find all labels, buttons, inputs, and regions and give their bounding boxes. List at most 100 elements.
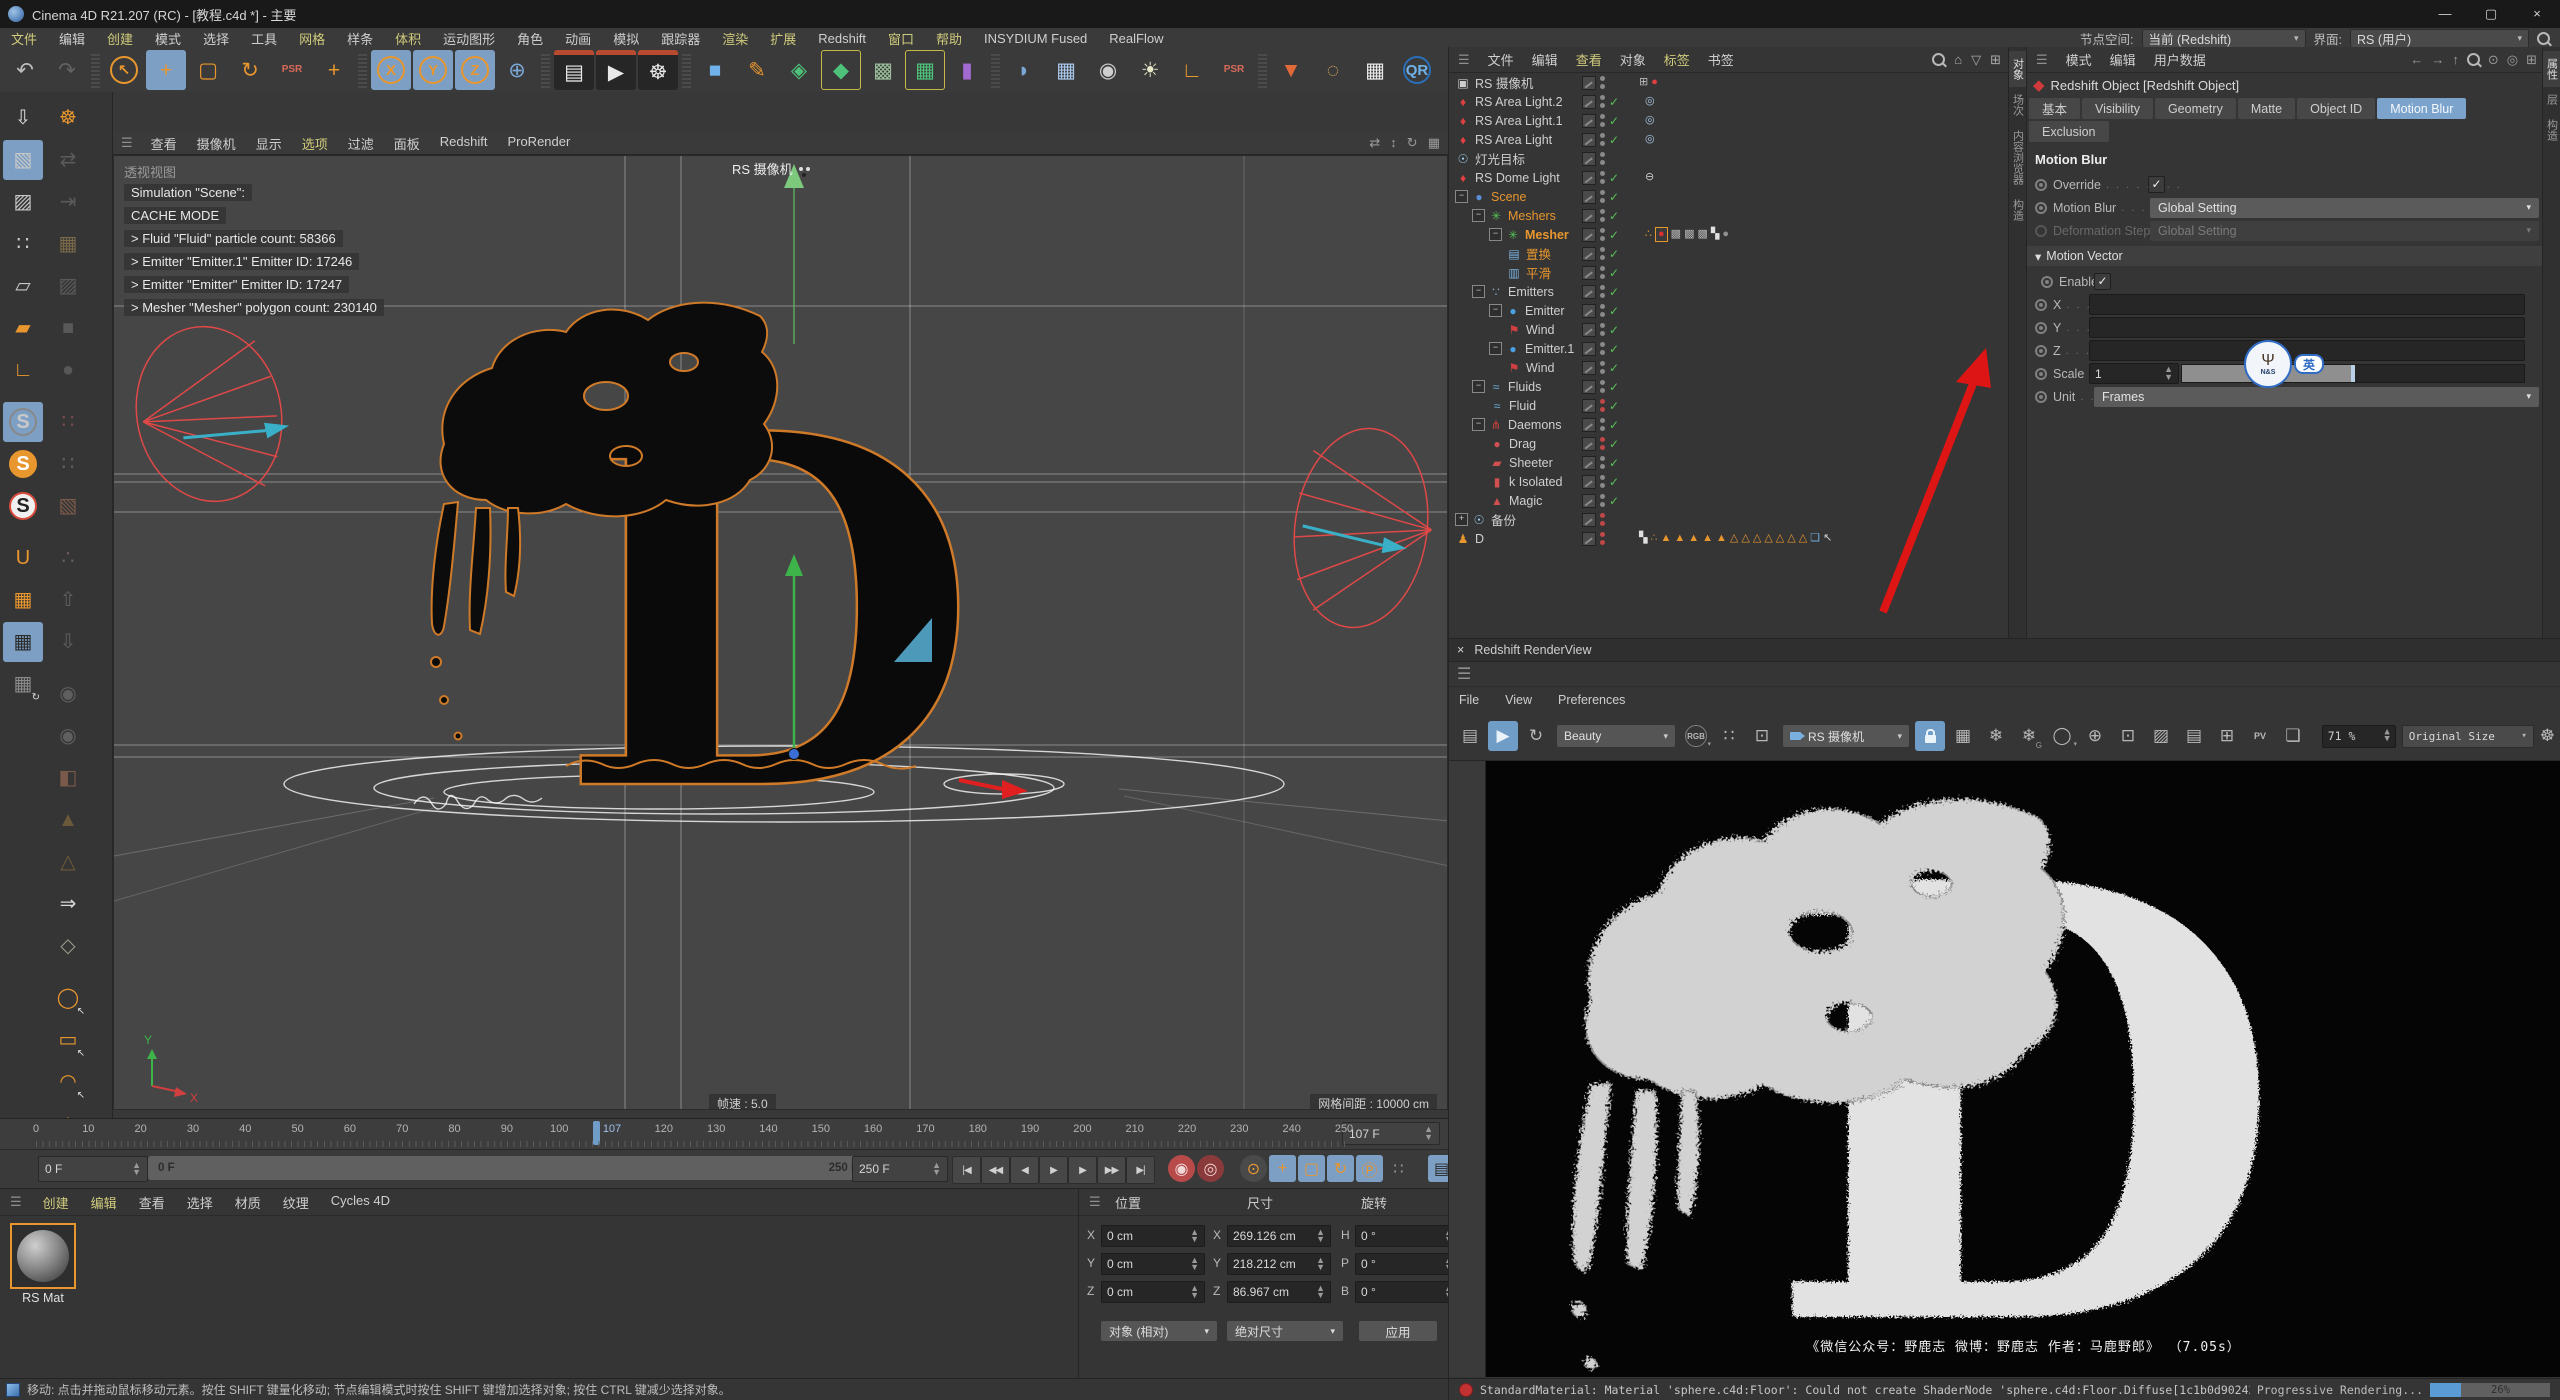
main-menu-item[interactable]: Redshift <box>818 31 866 46</box>
light-coordinate-tag[interactable]: ◎ <box>1645 96 1655 107</box>
side-tab[interactable]: 内容浏览器 <box>2009 123 2027 192</box>
snapshot-group-icon[interactable]: ❄G <box>2014 721 2044 751</box>
selection-tag[interactable]: ▲ <box>1674 533 1685 544</box>
main-menu-item[interactable]: 模式 <box>155 29 181 48</box>
layer-icon[interactable] <box>1582 76 1596 90</box>
selection-tag[interactable]: ▲ <box>1702 533 1713 544</box>
object-label[interactable]: 备份 <box>1491 510 1516 529</box>
visibility-dots-icon[interactable] <box>1600 323 1605 336</box>
object-label[interactable]: Fluids <box>1508 380 1541 394</box>
record-button[interactable]: ◉ <box>1168 1155 1195 1182</box>
rv-menu-item[interactable]: Preferences <box>1558 693 1625 707</box>
make-editable-icon[interactable]: ⇩ <box>3 98 43 138</box>
layer-icon[interactable] <box>1582 456 1596 470</box>
object-label[interactable]: D <box>1475 532 1484 546</box>
show-image-icon[interactable]: ▤ <box>2179 721 2209 751</box>
apply-button[interactable]: 应用 <box>1359 1321 1437 1341</box>
goto-start-button[interactable]: |◀ <box>952 1156 981 1184</box>
dropdown-select[interactable]: Global Setting▾ <box>2150 198 2539 218</box>
expand-toggle[interactable]: + <box>1455 513 1468 526</box>
object-label[interactable]: Daemons <box>1508 418 1562 432</box>
keyframe-radio-icon[interactable] <box>2035 179 2047 191</box>
psr-reset-icon[interactable]: PSR <box>1214 50 1254 90</box>
viewport-menu-item[interactable]: 显示 <box>256 134 282 153</box>
camera-select[interactable]: RS 摄像机▾ <box>1783 725 1909 747</box>
visibility-dots-icon[interactable] <box>1600 532 1605 545</box>
layer-icon[interactable] <box>1582 342 1596 356</box>
lock-icon[interactable]: ⊙ <box>2488 52 2499 68</box>
attr-menu-item[interactable]: 编辑 <box>2110 50 2136 69</box>
workplane-lock-icon[interactable]: ▦ <box>3 622 43 662</box>
enabled-check-icon[interactable]: ✓ <box>1609 323 1621 337</box>
disabled-paste-icon[interactable]: ▨ <box>48 266 88 306</box>
side-tab[interactable]: 层 <box>2543 87 2560 112</box>
edges-mode-icon[interactable]: ▱ <box>3 266 43 306</box>
visibility-dots-icon[interactable] <box>1600 95 1605 108</box>
qr-icon[interactable]: QR <box>1397 50 1437 90</box>
add-image-icon[interactable]: ⊞ <box>2212 721 2242 751</box>
layer-icon[interactable] <box>1582 228 1596 242</box>
keyframe-radio-icon[interactable] <box>2035 299 2047 311</box>
side-tab[interactable]: 属性 <box>2543 51 2560 87</box>
renderview-tab-label[interactable]: Redshift RenderView <box>1474 643 1591 657</box>
region-icon[interactable]: ⊡ <box>2113 721 2143 751</box>
main-menu-item[interactable]: RealFlow <box>1109 31 1163 46</box>
disabled-swatch-icon[interactable]: ▦ <box>48 224 88 264</box>
object-label[interactable]: 灯光目标 <box>1475 149 1525 168</box>
om-search-icon[interactable] <box>1932 53 1945 66</box>
disabled-arrow-down-icon[interactable]: ⇩ <box>48 622 88 662</box>
main-menu-item[interactable]: 网格 <box>299 29 325 48</box>
new-panel-icon[interactable]: ⊞ <box>2526 52 2537 68</box>
subdivision-surface-icon[interactable]: ◈ <box>779 50 819 90</box>
generator-icon[interactable]: ◆ <box>821 50 861 90</box>
main-menu-item[interactable]: 体积 <box>395 29 421 48</box>
main-menu-item[interactable]: 窗口 <box>888 29 914 48</box>
main-menu-item[interactable]: 扩展 <box>770 29 796 48</box>
object-row[interactable]: −●Emitter.1✓ <box>1449 339 2049 358</box>
main-menu-item[interactable]: 动画 <box>565 29 591 48</box>
visibility-dots-icon[interactable] <box>1600 437 1605 450</box>
object-row[interactable]: ●Drag✓ <box>1449 434 2049 453</box>
enabled-check-icon[interactable]: ✓ <box>1609 95 1621 109</box>
disabled-cube-icon[interactable]: ■ <box>48 308 88 348</box>
object-row[interactable]: −⋔Daemons✓ <box>1449 415 2032 434</box>
disabled-arrange-icon[interactable]: ⇄ <box>48 140 88 180</box>
toggle-view-icon[interactable]: ▦ <box>1428 135 1440 151</box>
size-field[interactable]: 86.967 cm▲▼ <box>1227 1281 1331 1303</box>
object-row[interactable]: ▣RS 摄像机⊞● <box>1449 73 2015 92</box>
visibility-dots-icon[interactable] <box>1600 475 1605 488</box>
visibility-dots-icon[interactable] <box>1600 228 1605 241</box>
workplane-rotate-icon[interactable]: ▦↻ <box>3 664 43 704</box>
object-label[interactable]: Drag <box>1509 437 1536 451</box>
object-row[interactable]: ⚑Wind✓ <box>1449 320 2066 339</box>
checkbox[interactable]: ✓ <box>2148 176 2165 193</box>
current-frame-field[interactable]: 107 F▲▼ <box>1342 1122 1440 1145</box>
attribute-tab[interactable]: Exclusion <box>2029 121 2109 142</box>
viewport-menu-item[interactable]: 查看 <box>151 134 177 153</box>
node-space-select[interactable]: 当前 (Redshift)▾ <box>2142 29 2306 48</box>
magnet-icon[interactable]: U <box>3 538 43 578</box>
key-parameter-button[interactable]: Ⓟ <box>1356 1155 1383 1182</box>
zoom-view-icon[interactable]: ↕ <box>1390 135 1397 151</box>
prev-key-button[interactable]: ◀◀ <box>981 1156 1010 1184</box>
main-menu-item[interactable]: 渲染 <box>722 29 748 48</box>
dome-tag[interactable]: ⊖ <box>1645 172 1654 183</box>
keyframe-radio-icon[interactable] <box>2041 276 2053 288</box>
object-label[interactable]: Fluid <box>1509 399 1536 413</box>
object-label[interactable]: 置换 <box>1526 244 1551 263</box>
disabled-eye2-icon[interactable]: ◉ <box>48 716 88 756</box>
materials-menu-item[interactable]: 选择 <box>187 1193 213 1212</box>
enabled-check-icon[interactable]: ✓ <box>1609 342 1621 356</box>
visibility-dots-icon[interactable] <box>1600 456 1605 469</box>
main-menu-item[interactable]: 样条 <box>347 29 373 48</box>
side-tab[interactable]: 构造 <box>2009 192 2027 228</box>
main-menu-item[interactable]: 帮助 <box>936 29 962 48</box>
rv-menu-item[interactable]: View <box>1505 693 1532 707</box>
main-menu-item[interactable]: 运动图形 <box>443 29 495 48</box>
object-label[interactable]: Emitter <box>1525 304 1565 318</box>
selection-tag[interactable]: △ <box>1741 533 1749 544</box>
camera-gizmo[interactable] <box>784 164 804 344</box>
object-row[interactable]: −✳Meshers✓ <box>1449 206 2032 225</box>
selection-tag[interactable]: ▲ <box>1688 533 1699 544</box>
om-menu-item[interactable]: 书签 <box>1708 50 1734 69</box>
